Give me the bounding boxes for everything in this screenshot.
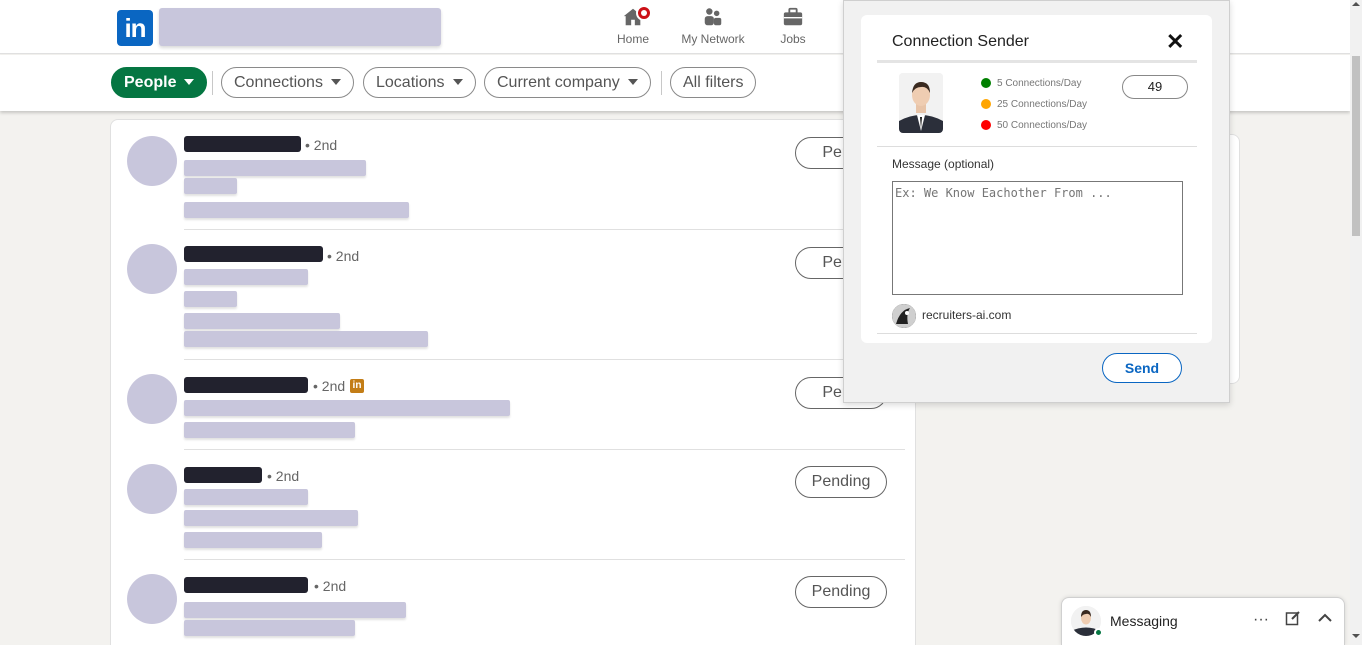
compose-icon[interactable] (1283, 610, 1303, 630)
summary-redacted (184, 331, 428, 347)
summary-redacted (184, 532, 322, 548)
headline-redacted (184, 489, 308, 505)
all-filters-button[interactable]: All filters (670, 67, 757, 98)
online-status-icon (1094, 628, 1103, 637)
summary-redacted (184, 313, 340, 329)
avatar[interactable] (127, 374, 177, 424)
location-redacted (184, 178, 237, 194)
search-results-list: • 2nd Pend • 2nd Pend • 2nd in Pend • 2n… (110, 119, 916, 645)
green-dot-icon (981, 78, 991, 88)
filter-connections-button[interactable]: Connections (221, 67, 354, 98)
option-label: 5 Connections/Day (997, 78, 1082, 89)
message-label: Message (optional) (892, 157, 995, 171)
connection-degree: • 2nd (267, 468, 300, 484)
page-scrollbar[interactable] (1350, 0, 1362, 645)
avatar[interactable] (127, 136, 177, 186)
headline-redacted (184, 160, 366, 176)
row-divider (184, 449, 905, 450)
caret-down-icon (330, 78, 341, 85)
network-icon (704, 8, 722, 26)
option-25-per-day[interactable]: 25 Connections/Day (981, 99, 1087, 110)
more-options-icon[interactable]: ··· (1251, 610, 1271, 630)
headline-redacted (184, 269, 308, 285)
row-divider (184, 359, 905, 360)
caret-down-icon (452, 78, 463, 85)
recruiters-ai-logo (892, 304, 916, 328)
name-redacted[interactable] (184, 246, 323, 262)
headline-redacted (184, 400, 510, 416)
chevron-up-icon[interactable] (1315, 610, 1335, 630)
popup-title: Connection Sender (892, 33, 1029, 50)
name-redacted[interactable] (184, 377, 308, 393)
nav-jobs-label: Jobs (780, 32, 806, 46)
location-redacted (184, 620, 355, 636)
option-label: 25 Connections/Day (997, 99, 1088, 110)
location-redacted (184, 291, 237, 307)
avatar[interactable] (127, 574, 177, 624)
scroll-down-icon[interactable] (1352, 634, 1360, 638)
location-redacted (184, 510, 358, 526)
nav-home[interactable]: Home (612, 5, 654, 46)
name-redacted[interactable] (184, 136, 301, 152)
orange-dot-icon (981, 99, 991, 109)
pending-button[interactable]: Pending (795, 576, 887, 608)
nav-my-network[interactable]: My Network (678, 6, 748, 46)
name-redacted[interactable] (184, 467, 262, 483)
filter-connections-label: Connections (234, 74, 323, 91)
summary-redacted (184, 202, 409, 218)
messaging-title: Messaging (1110, 613, 1178, 629)
nav-home-label: Home (616, 32, 649, 46)
scroll-up-icon[interactable] (1352, 2, 1360, 6)
filter-people-button[interactable]: People (111, 67, 208, 98)
avatar[interactable] (127, 464, 177, 514)
popup-divider (877, 333, 1197, 334)
profile-photo (899, 73, 943, 133)
message-textarea[interactable] (892, 181, 1183, 295)
brand-link[interactable]: recruiters-ai.com (922, 308, 1011, 322)
filter-locations-button[interactable]: Locations (363, 67, 476, 98)
close-icon[interactable]: ✕ (1166, 31, 1184, 53)
nav-network-label: My Network (681, 32, 745, 46)
linkedin-logo[interactable]: in (117, 10, 153, 46)
location-redacted (184, 422, 355, 438)
pending-button[interactable]: Pending (795, 466, 887, 498)
caret-down-icon (627, 78, 638, 85)
filter-divider (212, 71, 213, 95)
briefcase-icon (783, 7, 803, 26)
connection-count-input[interactable]: 49 (1122, 75, 1188, 99)
all-filters-label: All filters (683, 74, 744, 91)
name-redacted[interactable] (184, 577, 308, 593)
connection-degree: • 2nd (313, 378, 346, 394)
send-button[interactable]: Send (1102, 353, 1182, 383)
scroll-thumb[interactable] (1352, 56, 1360, 236)
connection-sender-popup: Connection Sender ✕ 5 Connections/Day 25… (843, 0, 1230, 403)
person-photo-icon (899, 73, 943, 133)
nav-jobs[interactable]: Jobs (776, 6, 810, 46)
connection-degree: • 2nd (327, 248, 360, 264)
row-divider (184, 559, 905, 560)
popup-card: Connection Sender ✕ 5 Connections/Day 25… (861, 15, 1212, 343)
option-50-per-day[interactable]: 50 Connections/Day (981, 120, 1087, 131)
popup-divider (877, 146, 1197, 147)
connection-degree: • 2nd (305, 137, 338, 153)
brand-logo-icon (892, 304, 916, 328)
option-5-per-day[interactable]: 5 Connections/Day (981, 78, 1082, 89)
caret-down-icon (184, 78, 195, 85)
notification-badge (636, 5, 652, 21)
filter-current-company-label: Current company (497, 74, 620, 91)
filter-divider (661, 71, 662, 95)
filter-current-company-button[interactable]: Current company (484, 67, 651, 98)
headline-redacted (184, 602, 406, 618)
row-divider (184, 229, 905, 230)
red-dot-icon (981, 120, 991, 130)
filter-people-label: People (124, 74, 177, 91)
avatar[interactable] (127, 244, 177, 294)
messaging-widget[interactable]: Messaging ··· (1061, 597, 1345, 645)
connection-degree: • 2nd (314, 578, 347, 594)
premium-badge-icon: in (350, 379, 364, 393)
option-label: 50 Connections/Day (997, 120, 1088, 131)
filter-locations-label: Locations (376, 74, 445, 91)
popup-divider (877, 60, 1197, 63)
search-input-redacted[interactable] (159, 8, 441, 46)
